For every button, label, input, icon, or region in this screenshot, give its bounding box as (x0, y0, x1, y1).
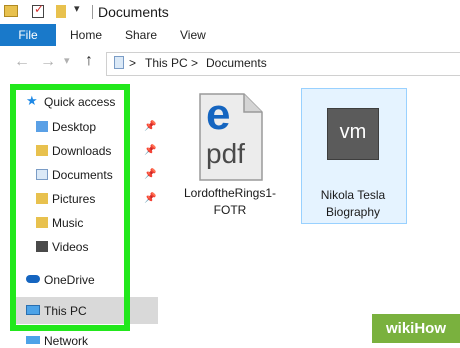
new-folder-icon[interactable] (56, 5, 66, 18)
tab-home[interactable]: Home (70, 28, 102, 42)
file-name-line2: FOTR (213, 203, 247, 217)
customize-toolbar-dropdown-icon[interactable]: ▾ (74, 2, 80, 15)
highlight-box (10, 84, 130, 331)
vm-app-icon: vm (327, 108, 379, 160)
file-name-line1: LordoftheRings1- (183, 186, 277, 200)
address-separator: > (129, 56, 137, 70)
recent-locations-chevron-icon[interactable]: ▾ (64, 54, 70, 67)
breadcrumb-documents[interactable]: Documents (206, 56, 267, 70)
tab-view[interactable]: View (180, 28, 206, 42)
forward-arrow-icon[interactable]: → (40, 53, 56, 71)
documents-location-icon (114, 56, 124, 69)
back-arrow-icon[interactable]: ← (14, 53, 30, 71)
vm-icon-text: vm (339, 121, 367, 143)
pdf-label: pdf (206, 138, 245, 169)
file-name-line1: Nikola Tesla (320, 188, 386, 202)
window-title: Documents (98, 4, 169, 20)
folder-quick-icon[interactable] (4, 5, 18, 17)
pdf-file-item[interactable]: e pdf LordoftheRings1- FOTR (174, 88, 286, 222)
pin-icon: 📌 (144, 145, 157, 156)
tab-file[interactable]: File (0, 24, 56, 46)
edge-e-icon: e (206, 90, 231, 139)
file-name-line2: Biography (325, 205, 381, 219)
pin-icon: 📌 (144, 121, 157, 132)
wikihow-watermark: wikiHow (372, 314, 460, 343)
title-bar (0, 0, 460, 24)
ribbon (0, 24, 460, 47)
pin-icon: 📌 (144, 169, 157, 180)
sidebar-item-network[interactable]: Network (44, 334, 88, 348)
address-separator: > (191, 56, 199, 70)
checkbox-properties-icon[interactable]: ✓ (32, 2, 44, 18)
pin-icon: 📌 (144, 193, 157, 204)
breadcrumb-this-pc[interactable]: This PC (145, 56, 188, 70)
title-separator (92, 5, 93, 19)
tab-share[interactable]: Share (125, 28, 157, 42)
up-arrow-icon[interactable]: ↑ (85, 52, 93, 70)
